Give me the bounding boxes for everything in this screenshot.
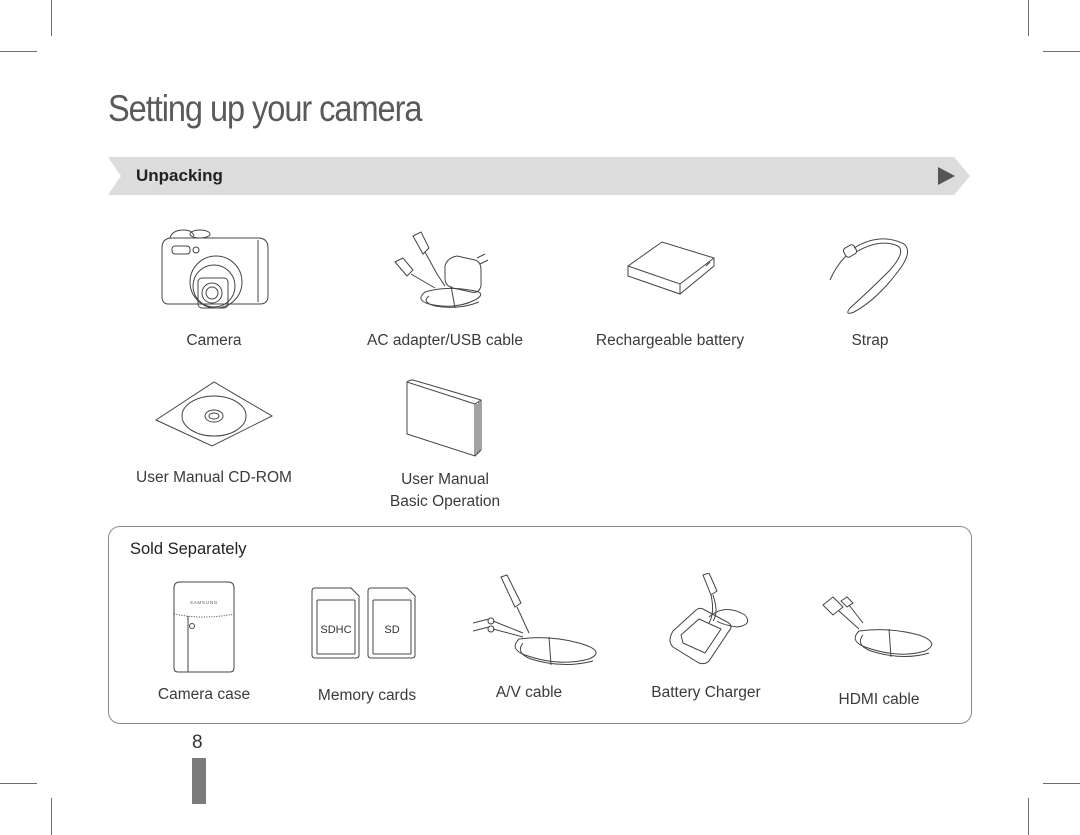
crop-mark [1043,51,1080,52]
item-user-manual: User Manual Basic Operation [355,378,535,513]
item-label: A/V cable [495,684,563,701]
strap-icon [829,238,909,314]
av-cable-icon [472,574,597,666]
crop-mark [1028,798,1029,835]
sold-separately-title: Sold Separately [130,540,247,558]
page-tab-marker [192,758,206,804]
page-number: 8 [192,732,203,753]
memory-cards-icon: SDHC SD [311,587,416,659]
case-brand: SAMSUNG [190,600,218,605]
cd-rom-icon [154,381,274,447]
item-battery-charger: Battery Charger [631,573,781,704]
crop-mark [0,51,37,52]
camera-icon [161,229,269,309]
item-strap: Strap [800,226,940,352]
item-cd-rom: User Manual CD-ROM [124,380,304,489]
item-camera: Camera [134,226,294,352]
item-hdmi-cable: HDMI cable [809,593,949,711]
manual-book-icon [406,379,482,457]
item-label: HDMI cable [838,691,920,708]
item-ac-adapter: AC adapter/USB cable [355,226,535,352]
ac-adapter-icon [394,231,489,309]
crop-mark [51,798,52,835]
crop-mark [0,783,37,784]
banner-shape [108,157,970,195]
sold-separately-box: Sold Separately SAMSUNG Camera case SDHC… [108,526,972,724]
item-label: AC adapter/USB cable [367,332,523,349]
page-title: Setting up your camera [108,88,422,129]
battery-icon [627,241,715,295]
item-camera-case: SAMSUNG Camera case [139,580,269,706]
item-label: User Manual [401,471,489,488]
item-battery: Rechargeable battery [580,226,760,352]
item-memory-cards: SDHC SD Memory cards [297,587,437,707]
battery-charger-icon [669,573,749,665]
item-label: Strap [851,332,889,349]
svg-text:SD: SD [384,624,399,636]
item-label: Camera [186,332,242,349]
item-av-cable: A/V cable [454,573,604,704]
section-title: Unpacking [136,166,223,185]
crop-mark [51,0,52,36]
item-label: Battery Charger [651,684,761,701]
item-label: User Manual CD-ROM [136,469,292,486]
item-label: Rechargeable battery [595,332,745,349]
svg-text:SDHC: SDHC [320,624,351,636]
camera-case-icon: SAMSUNG [173,581,235,673]
crop-mark [1028,0,1029,36]
crop-mark [1043,783,1080,784]
hdmi-cable-icon [822,596,933,658]
item-label: Memory cards [317,687,417,704]
item-label: Camera case [157,686,251,703]
section-banner: Unpacking [108,157,970,195]
item-label-line2: Basic Operation [389,493,501,510]
